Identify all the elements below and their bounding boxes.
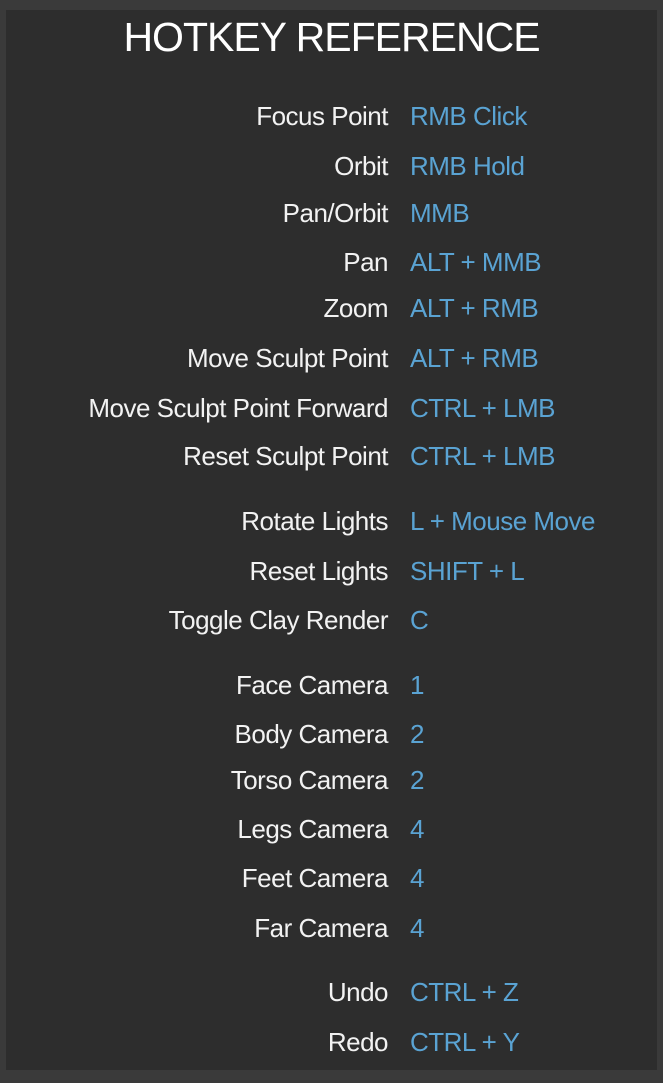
hotkey-row: Face Camera 1	[0, 670, 663, 704]
hotkey-action: Reset Lights	[249, 556, 388, 586]
hotkey-row: Pan ALT + MMB	[0, 247, 663, 281]
hotkey-action: Face Camera	[236, 670, 389, 700]
hotkey-key: CTRL + LMB	[410, 393, 556, 423]
hotkey-row: Orbit RMB Hold	[0, 151, 663, 185]
hotkey-action: Torso Camera	[230, 765, 389, 795]
hotkey-action: Focus Point	[256, 101, 388, 131]
hotkey-key: 2	[410, 719, 424, 749]
hotkey-row: Zoom ALT + RMB	[0, 293, 663, 327]
hotkey-row: Pan/Orbit MMB	[0, 198, 663, 232]
hotkey-key: RMB Click	[410, 101, 527, 131]
hotkey-action: Orbit	[334, 151, 388, 181]
hotkey-action: Body Camera	[234, 719, 389, 749]
hotkey-row: Body Camera 2	[0, 719, 663, 753]
hotkey-action: Zoom	[323, 293, 389, 323]
hotkey-row: Redo CTRL + Y	[0, 1027, 663, 1061]
hotkey-key: CTRL + LMB	[410, 441, 556, 471]
hotkey-row: Toggle Clay Render C	[0, 605, 663, 639]
hotkey-key: SHIFT + L	[410, 556, 525, 586]
hotkey-action: Reset Sculpt Point	[183, 441, 388, 471]
hotkey-row: Legs Camera 4	[0, 814, 663, 848]
hotkey-action: Pan/Orbit	[282, 198, 389, 228]
hotkey-row: Reset Sculpt Point CTRL + LMB	[0, 441, 663, 475]
hotkey-action: Toggle Clay Render	[168, 605, 389, 635]
hotkey-key: 4	[410, 863, 424, 893]
hotkey-row: Feet Camera 4	[0, 863, 663, 897]
hotkey-row: Focus Point RMB Click	[0, 101, 663, 135]
hotkey-row: Torso Camera 2	[0, 765, 663, 799]
hotkey-row: Move Sculpt Point ALT + RMB	[0, 343, 663, 377]
hotkey-action: Redo	[327, 1027, 389, 1057]
hotkey-key: ALT + RMB	[410, 293, 539, 323]
hotkey-key: CTRL + Z	[410, 977, 519, 1007]
hotkey-key: 4	[410, 913, 424, 943]
hotkey-row: Move Sculpt Point Forward CTRL + LMB	[0, 393, 663, 427]
hotkey-action: Rotate Lights	[241, 506, 388, 536]
hotkey-key: RMB Hold	[410, 151, 525, 181]
hotkey-key: 2	[410, 765, 424, 795]
hotkey-row: Far Camera 4	[0, 913, 663, 947]
page-title: HOTKEY REFERENCE	[123, 14, 540, 60]
hotkey-row: Undo CTRL + Z	[0, 977, 663, 1011]
hotkey-row: Reset Lights SHIFT + L	[0, 556, 663, 590]
hotkey-key: 4	[410, 814, 424, 844]
hotkey-key: ALT + MMB	[410, 247, 542, 277]
hotkey-key: ALT + RMB	[410, 343, 539, 373]
hotkey-key: CTRL + Y	[410, 1027, 520, 1057]
hotkey-row: Rotate Lights L + Mouse Move	[0, 506, 663, 540]
hotkey-action: Pan	[343, 247, 388, 277]
hotkey-key: L + Mouse Move	[410, 506, 595, 536]
hotkey-key: C	[410, 605, 429, 635]
hotkey-action: Legs Camera	[237, 814, 388, 844]
hotkey-key: 1	[410, 670, 424, 700]
hotkey-key: MMB	[410, 198, 470, 228]
hotkey-action: Undo	[327, 977, 389, 1007]
hotkey-action: Move Sculpt Point	[186, 343, 389, 373]
hotkey-action: Feet Camera	[241, 863, 389, 893]
hotkey-action: Far Camera	[254, 913, 388, 943]
hotkey-action: Move Sculpt Point Forward	[88, 393, 388, 423]
